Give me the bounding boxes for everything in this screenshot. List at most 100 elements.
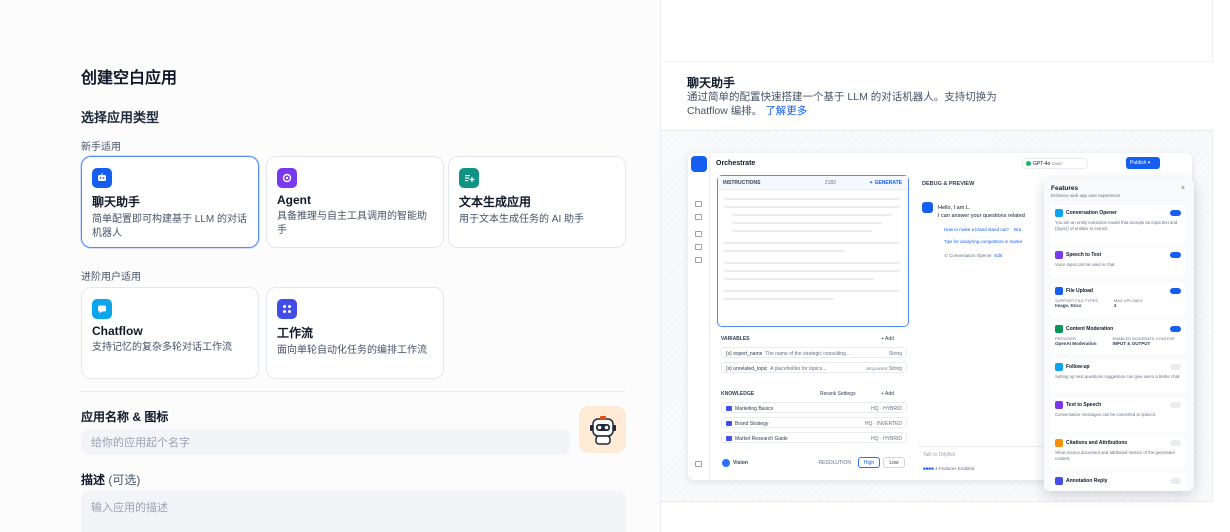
app-name-input[interactable]: 给你的应用起个名字 (81, 429, 570, 455)
publish-label: Publish (1130, 160, 1147, 166)
knowledge-add: + Add (881, 391, 894, 397)
description-label-text: 描述 (81, 473, 106, 487)
text-generator-icon (459, 168, 479, 188)
vision-label: Vision (733, 460, 748, 466)
preview-model-selector: GPT-4o CHAT (1022, 158, 1088, 169)
text-line (724, 278, 874, 280)
model-icon (1026, 161, 1031, 167)
feature-icon (1055, 209, 1063, 217)
bot-avatar-icon (922, 202, 933, 213)
feature-content-moderation: Content Moderation PROVIDER OpenAI Modera… (1050, 321, 1186, 355)
feature-conversation-opener: Conversation Opener You are an entity ex… (1050, 205, 1186, 245)
opener-label: Conversation Opener (949, 253, 992, 258)
text-line (732, 214, 892, 216)
preview-description: 通过简单的配置快速搭建一个基于 LLM 的对话机器人。支持切换为 Chatflo… (687, 90, 1007, 118)
close-icon: × (1180, 185, 1185, 192)
kb-name: Marketing Basics (735, 405, 774, 412)
app-type-section-title: 选择应用类型 (81, 110, 160, 125)
edit-label: Edit (994, 253, 1003, 258)
text-line (732, 222, 882, 224)
var-required: REQUIRED (866, 365, 888, 371)
opener-note: ⊙ Conversation Opener Edit (944, 253, 1003, 258)
dataset-icon (726, 405, 732, 411)
var-type: String (888, 350, 902, 357)
suggestion: How to make a brand stand out? Bra (944, 227, 1021, 232)
instructions-label: INSTRUCTIONS (723, 180, 761, 186)
text-line (724, 250, 844, 252)
add-label: Add (885, 391, 894, 397)
feature-speech-to-text: Speech to Text Voice input can be used i… (1050, 247, 1186, 277)
kv-key: MAX UPLOADS (1113, 298, 1143, 303)
rail-icon (695, 214, 702, 220)
robot-avatar-icon (589, 415, 616, 445)
description-label: 描述 (可选) (81, 471, 140, 488)
feature-icon (1055, 363, 1063, 371)
agent-icon (277, 168, 297, 188)
feature-icon (1055, 439, 1063, 447)
var-type: String (888, 365, 902, 372)
feature-file-upload: File Upload SUPPORT FILE TYPES Image, Doc… (1050, 283, 1186, 317)
features-enabled-text: 4 Features Enabled (935, 466, 975, 471)
debug-preview: DEBUG & PREVIEW Hello, I am L. I can answ… (918, 175, 1048, 480)
knowledge-header: KNOWLEDGE (721, 391, 755, 397)
optional-tag: (可选) (108, 473, 141, 487)
toggle-off (1170, 478, 1181, 484)
preview-header: Orchestrate (716, 160, 756, 167)
card-desc: 简单配置即可构建基于 LLM 的对话机器人 (92, 214, 248, 239)
chat-input: Talk to DifyBot (918, 446, 1048, 466)
feature-desc: Setting up next questions suggestion can… (1055, 374, 1181, 379)
rail-icon (695, 257, 702, 263)
text-line (724, 242, 900, 244)
toggle-off (1170, 402, 1181, 408)
feature-desc: You are an entity extraction model that … (1055, 220, 1178, 231)
learn-more-link[interactable]: 了解更多 (765, 105, 807, 117)
greeting-line: I can answer your questions related (938, 213, 1025, 219)
features-subtitle: Enhance web app user experience (1051, 193, 1121, 198)
app-type-card-chatflow[interactable]: Chatflow 支持记忆的复杂多轮对话工作流 (81, 287, 259, 379)
feature-desc: Voice input can be used in chat. (1055, 262, 1116, 267)
feature-icon (1055, 477, 1063, 485)
knowledge-row: Market Research Guide HQ · HYBRID (721, 432, 907, 443)
features-enabled-bar: ■■■■ 4 Features Enabled (923, 466, 975, 471)
text-line (724, 298, 834, 300)
kb-tag: HQ · HYBRID (871, 405, 902, 412)
card-desc: 具备推理与自主工具调用的智能助手 (277, 211, 427, 236)
dataset-icon (726, 420, 732, 426)
var-desc: The name of the strategic consulting... (765, 350, 850, 357)
var-key: {x} unrelated_topic (726, 365, 768, 372)
card-desc: 支持记忆的复杂多轮对话工作流 (92, 342, 232, 353)
feature-follow-up: Follow-up Setting up next questions sugg… (1050, 359, 1186, 393)
kb-name: Brand Strategy (735, 420, 769, 427)
feature-title: Text to Speech (1066, 402, 1102, 408)
app-type-card-chatbot[interactable]: 聊天助手 简单配置即可构建基于 LLM 的对话机器人 (81, 156, 259, 248)
chat-bot-icon (92, 168, 112, 188)
features-panel: Features Enhance web app user experience… (1044, 179, 1194, 491)
app-type-card-agent[interactable]: Agent 具备推理与自主工具调用的智能助手 (266, 156, 444, 248)
kv-value: 3 (1113, 303, 1117, 308)
toggle-on (1170, 326, 1181, 332)
feature-title: File Upload (1066, 288, 1093, 294)
greeting-line: Hello, I am L. (938, 205, 971, 211)
preview-instructions: INSTRUCTIONS 2182 ✦ GENERATE (717, 175, 909, 327)
feature-title: Speech to Text (1066, 252, 1102, 258)
text-line (724, 206, 900, 208)
app-icon-picker[interactable] (579, 406, 626, 453)
toggle-off (1170, 440, 1181, 446)
suggestion: Tips for analyzing competitors in marke (944, 239, 1023, 244)
debug-title: DEBUG & PREVIEW (922, 181, 975, 187)
workflow-icon (277, 299, 297, 319)
app-type-card-text-generator[interactable]: 文本生成应用 用于文本生成任务的 AI 助手 (448, 156, 626, 248)
feature-title: Content Moderation (1066, 326, 1114, 332)
description-textarea[interactable]: 输入应用的描述 (81, 491, 626, 532)
generate-text: GENERATE (874, 180, 902, 186)
feature-desc: Conversation messages can be converted t… (1055, 412, 1157, 417)
resolution-high: High (858, 457, 880, 468)
model-tag: CHAT (1051, 161, 1063, 166)
variable-row: {x} expert_name The name of the strategi… (721, 347, 907, 358)
app-type-card-workflow[interactable]: 工作流 面向单轮自动化任务的编排工作流 (266, 287, 444, 379)
card-desc: 面向单轮自动化任务的编排工作流 (277, 345, 427, 356)
var-key: {x} expert_name (726, 350, 763, 357)
rerank-settings: Rerank Settings (820, 391, 856, 397)
feature-title: Conversation Opener (1066, 210, 1117, 216)
feature-annotation-reply: Annotation Reply (1050, 473, 1186, 491)
